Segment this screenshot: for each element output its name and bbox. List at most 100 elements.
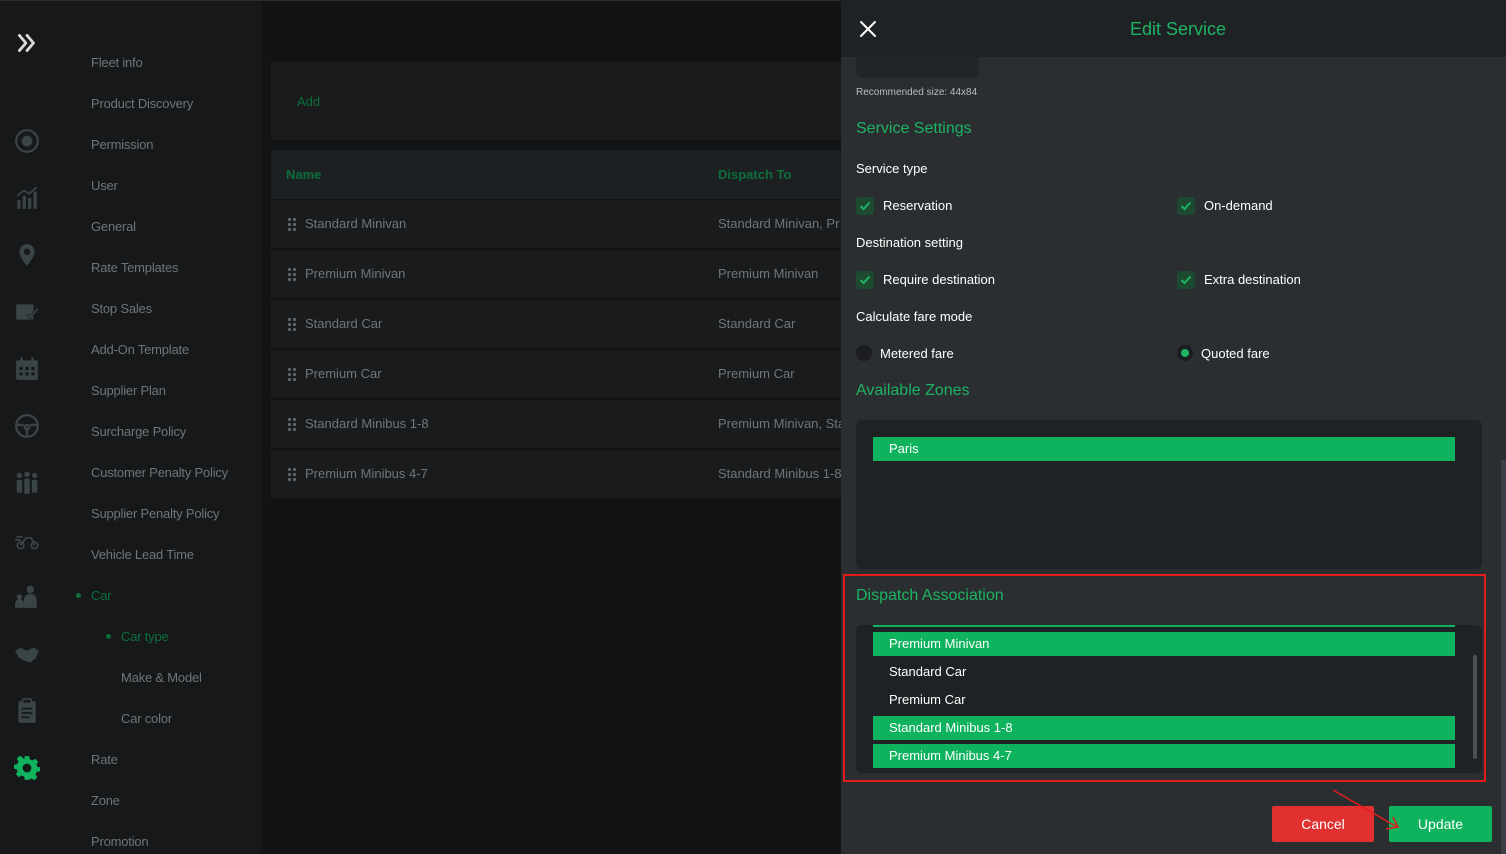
on-demand-label: On-demand <box>1204 198 1273 213</box>
table-row[interactable]: Premium Minibus 4-7 Standard Minibus 1-8 <box>271 450 851 498</box>
calendar-icon[interactable] <box>12 354 42 384</box>
settings-menu: Fleet info Product Discovery Permission … <box>55 0 261 854</box>
active-dot <box>76 593 81 598</box>
dispatch-item-premium-minivan[interactable]: Premium Minivan <box>873 632 1455 656</box>
metered-fare-label: Metered fare <box>880 346 954 361</box>
row-name: Standard Car <box>305 316 383 331</box>
table-row[interactable]: Premium Minivan Premium Minivan <box>271 250 851 298</box>
table-row[interactable]: Standard Minibus 1-8 Premium Minivan, St… <box>271 400 851 448</box>
dispatch-item-premium-car[interactable]: Premium Car <box>873 688 1455 712</box>
menu-item-supplier-plan[interactable]: Supplier Plan <box>91 383 166 398</box>
dispatch-item-partial[interactable] <box>873 625 1455 627</box>
menu-item-supplier-penalty-policy[interactable]: Supplier Penalty Policy <box>91 506 220 521</box>
quoted-fare-label: Quoted fare <box>1201 346 1270 361</box>
row-name: Premium Minibus 4-7 <box>305 466 428 481</box>
zone-item-paris[interactable]: Paris <box>873 437 1455 461</box>
extra-destination-label: Extra destination <box>1204 272 1301 287</box>
menu-item-product-discovery[interactable]: Product Discovery <box>91 96 193 111</box>
active-dot <box>106 634 111 639</box>
menu-item-car-type[interactable]: Car type <box>121 629 169 644</box>
menu-item-permission[interactable]: Permission <box>91 137 153 152</box>
menu-item-make-model[interactable]: Make & Model <box>121 670 202 685</box>
drag-handle-icon[interactable] <box>288 368 297 381</box>
require-destination-checkbox[interactable] <box>856 271 874 289</box>
recommended-size-note: Recommended size: 44x84 <box>856 87 978 98</box>
clipboard-icon[interactable] <box>12 696 42 726</box>
add-button[interactable]: Add <box>297 94 320 109</box>
edit-service-panel: Recommended size: 44x84 Service Settings… <box>841 0 1506 854</box>
quoted-fare-radio[interactable] <box>1177 345 1193 361</box>
people-icon[interactable] <box>12 582 42 612</box>
metered-fare-radio[interactable] <box>856 345 872 361</box>
service-type-label: Service type <box>856 161 928 176</box>
main-content: Add Name Dispatch To Standard Minivan St… <box>261 0 851 854</box>
delivery-icon[interactable] <box>12 525 42 555</box>
image-upload-box[interactable] <box>856 57 979 78</box>
settings-gear-icon[interactable] <box>12 753 42 783</box>
column-header-name[interactable]: Name <box>286 167 321 182</box>
check-icon <box>859 275 871 285</box>
map-pin-icon[interactable] <box>12 240 42 270</box>
extra-destination-checkbox[interactable] <box>1177 271 1195 289</box>
row-dispatch: Standard Minivan, Pr <box>718 216 840 231</box>
menu-item-fleet-info[interactable]: Fleet info <box>91 55 143 70</box>
row-name: Premium Car <box>305 366 382 381</box>
panel-title: Edit Service <box>1129 19 1227 39</box>
menu-item-user[interactable]: User <box>91 178 118 193</box>
expand-icon[interactable] <box>12 28 42 58</box>
menu-item-add-on-template[interactable]: Add-On Template <box>91 342 189 357</box>
reservation-label: Reservation <box>883 198 953 213</box>
fare-mode-label: Calculate fare mode <box>856 309 973 324</box>
check-icon <box>859 201 871 211</box>
menu-item-car[interactable]: Car <box>91 588 112 603</box>
table-row[interactable]: Premium Car Premium Car <box>271 350 851 398</box>
check-icon <box>1180 201 1192 211</box>
team-icon[interactable] <box>12 468 42 498</box>
icon-rail <box>0 0 55 854</box>
require-destination-label: Require destination <box>883 272 996 287</box>
dispatch-item-standard-car[interactable]: Standard Car <box>873 660 1455 684</box>
reservation-checkbox[interactable] <box>856 197 874 215</box>
table-row[interactable]: Standard Minivan Standard Minivan, Pr <box>271 200 851 248</box>
toolbar: Add <box>271 62 851 140</box>
menu-item-stop-sales[interactable]: Stop Sales <box>91 301 152 316</box>
menu-item-customer-penalty-policy[interactable]: Customer Penalty Policy <box>91 465 228 480</box>
menu-item-car-color[interactable]: Car color <box>121 711 172 726</box>
drag-handle-icon[interactable] <box>288 268 297 281</box>
drag-handle-icon[interactable] <box>288 418 297 431</box>
drag-handle-icon[interactable] <box>288 318 297 331</box>
on-demand-checkbox[interactable] <box>1177 197 1195 215</box>
row-dispatch: Standard Minibus 1-8 <box>718 466 842 481</box>
annotation-arrow-icon <box>1332 789 1400 830</box>
dispatch-list-scrollbar[interactable] <box>1473 655 1477 759</box>
zones-list[interactable]: Paris <box>856 420 1482 569</box>
table-row[interactable]: Standard Car Standard Car <box>271 300 851 348</box>
menu-item-promotion[interactable]: Promotion <box>91 834 149 849</box>
drag-handle-icon[interactable] <box>288 218 297 231</box>
dispatch-item-premium-minibus-4-7[interactable]: Premium Minibus 4-7 <box>873 744 1455 768</box>
row-dispatch: Premium Minivan, Sta <box>718 416 846 431</box>
menu-item-general[interactable]: General <box>91 219 136 234</box>
handshake-icon[interactable] <box>12 639 42 669</box>
row-dispatch: Premium Minivan <box>718 266 819 281</box>
row-name: Standard Minivan <box>305 216 407 231</box>
column-header-dispatch-to[interactable]: Dispatch To <box>718 167 791 182</box>
dispatch-association-list[interactable]: Premium Minivan Standard Car Premium Car… <box>856 625 1482 773</box>
menu-item-vehicle-lead-time[interactable]: Vehicle Lead Time <box>91 547 194 562</box>
steering-wheel-icon[interactable] <box>12 411 42 441</box>
drag-handle-icon[interactable] <box>288 468 297 481</box>
analytics-icon[interactable] <box>12 183 42 213</box>
dispatch-item-standard-minibus-1-8[interactable]: Standard Minibus 1-8 <box>873 716 1455 740</box>
menu-item-zone[interactable]: Zone <box>91 793 120 808</box>
row-dispatch: Premium Car <box>718 366 795 381</box>
dashboard-icon[interactable] <box>12 126 42 156</box>
bookings-icon[interactable] <box>12 297 42 327</box>
menu-item-rate-templates[interactable]: Rate Templates <box>91 260 178 275</box>
dispatch-association-title: Dispatch Association <box>856 587 1004 604</box>
table-header: Name Dispatch To <box>271 150 851 199</box>
panel-scrollbar[interactable] <box>1501 460 1506 854</box>
menu-item-rate[interactable]: Rate <box>91 752 118 767</box>
row-dispatch: Standard Car <box>718 316 796 331</box>
check-icon <box>1180 275 1192 285</box>
menu-item-surcharge-policy[interactable]: Surcharge Policy <box>91 424 186 439</box>
